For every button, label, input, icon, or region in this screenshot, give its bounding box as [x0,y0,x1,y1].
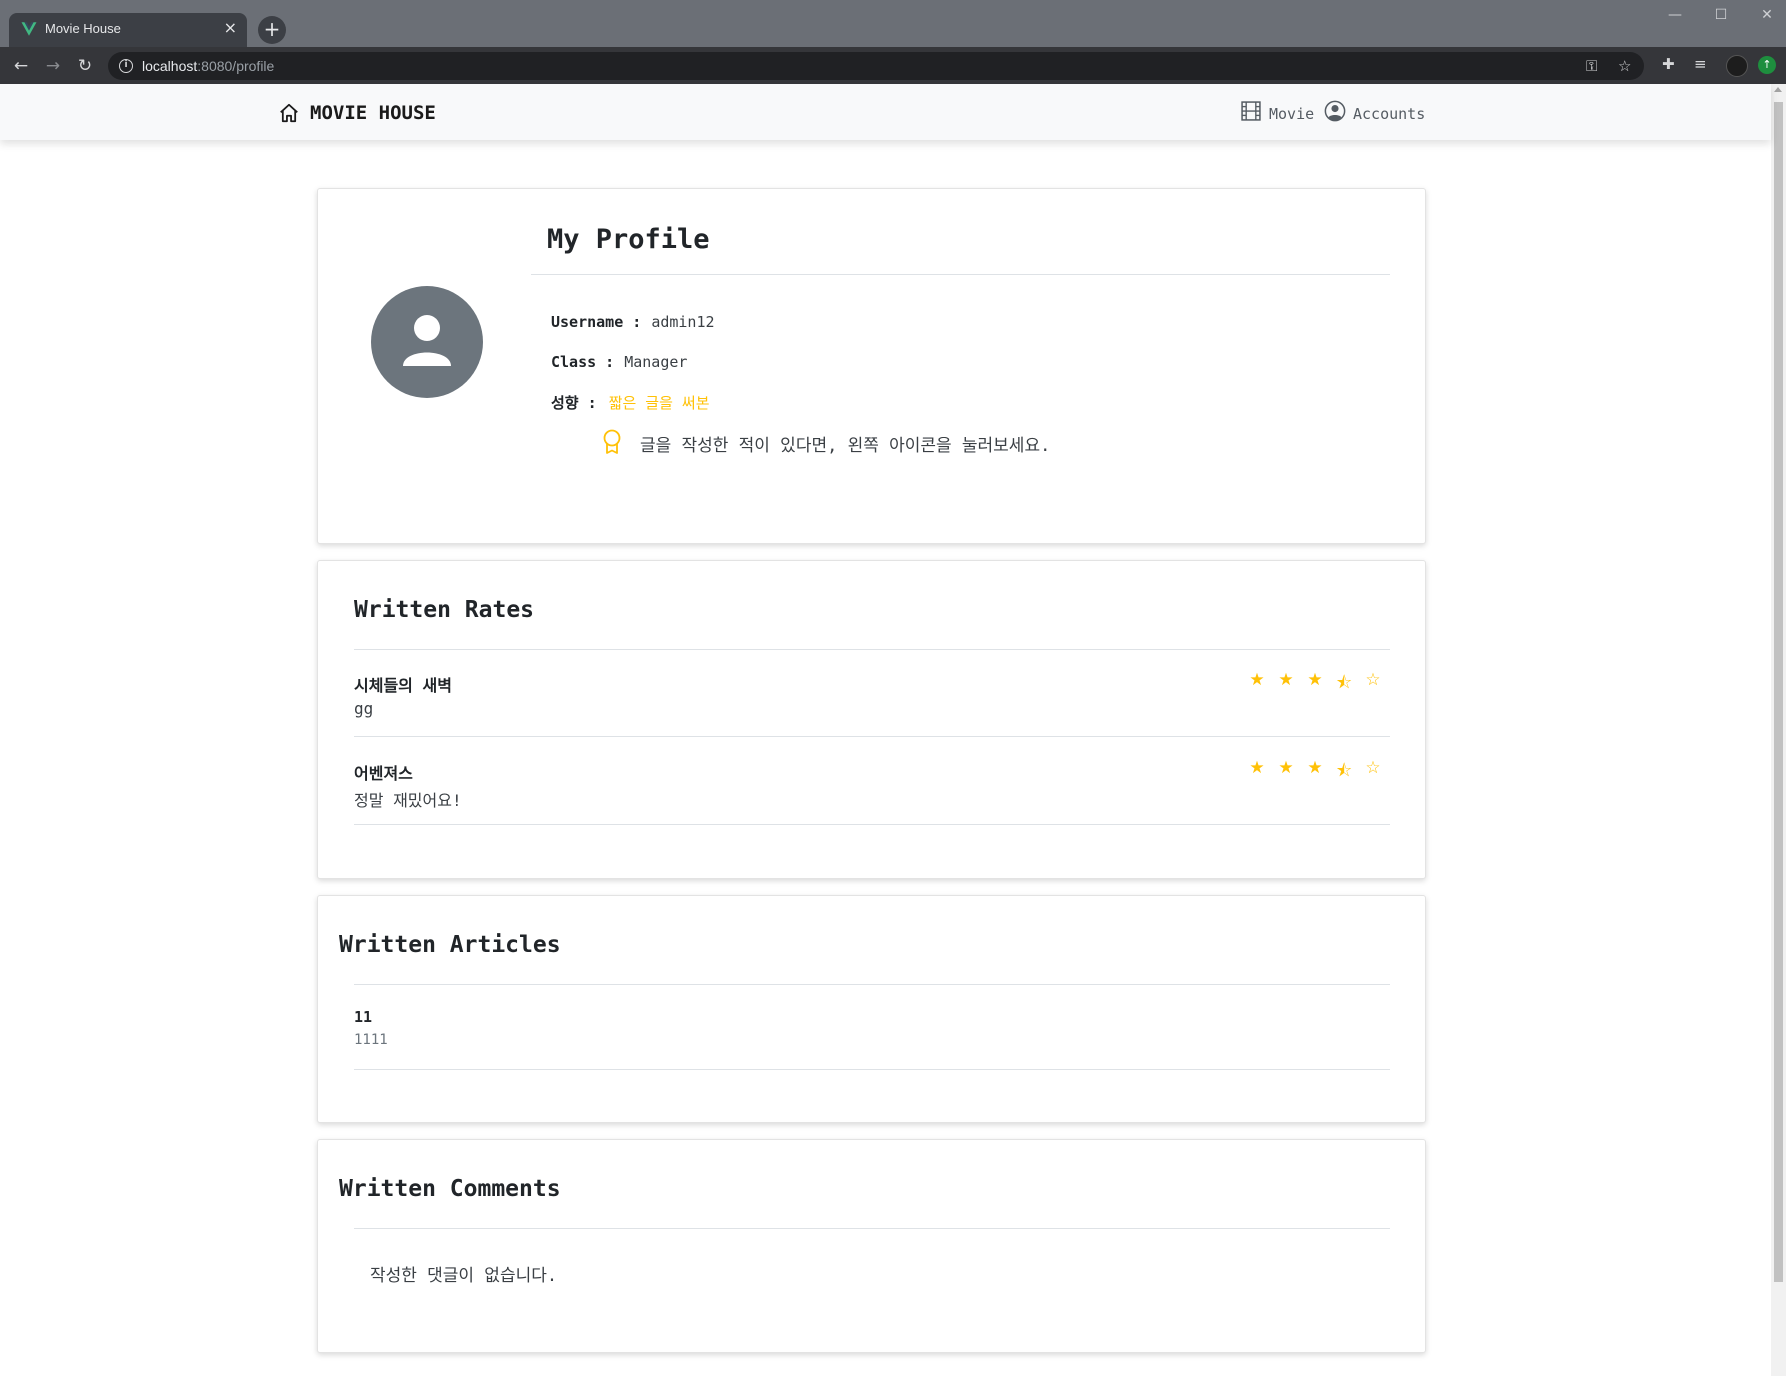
site-info-icon[interactable]: i [119,59,133,73]
award-icon[interactable] [601,429,623,455]
maximize-button[interactable]: ☐ [1698,0,1744,30]
extensions-puzzle-icon[interactable]: ✚ [1662,55,1675,73]
empty-comments-message: 작성한 댓글이 없습니다. [370,1266,558,1286]
class-field: Class : Manager [551,353,687,371]
star-filled-icon: ★ [1307,670,1323,690]
divider [354,824,1390,825]
star-filled-icon: ★ [1307,758,1323,778]
nav-accounts-label: Accounts [1353,105,1426,123]
divider [354,736,1390,737]
star-half-icon: ⯪ [1335,761,1353,781]
scrollbar-thumb[interactable] [1774,102,1783,1282]
star-filled-icon: ★ [1278,670,1294,690]
section-title-articles: Written Articles [339,932,561,958]
person-circle-icon [1324,100,1346,122]
rate-movie-title: 어벤져스 [354,764,413,783]
star-filled-icon: ★ [1249,670,1265,690]
award-hint-text: 글을 작성한 적이 있다면, 왼쪽 아이콘을 눌러보세요. [640,436,1051,456]
star-filled-icon: ★ [1249,758,1265,778]
written-articles-card: Written Articles 11 1111 [317,895,1426,1123]
star-rating: ★ ★ ★ ⯪ ☆ [1247,758,1387,781]
divider [354,649,1390,650]
divider [531,274,1390,275]
written-comments-card: Written Comments 작성한 댓글이 없습니다. [317,1139,1426,1353]
tab-title: Movie House [45,21,121,36]
page-title: My Profile [547,224,710,255]
vue-favicon-icon [21,22,37,36]
tendency-field: 성향 : 짧은 글을 써본 [551,392,710,413]
reading-list-icon[interactable]: ≡ [1694,55,1707,73]
star-half-icon: ⯪ [1335,673,1353,693]
url-text[interactable]: localhost:8080/profile [142,58,274,74]
browser-tab[interactable]: Movie House × [9,13,247,47]
forward-arrow-icon[interactable]: → [40,53,66,79]
star-rating: ★ ★ ★ ⯪ ☆ [1247,670,1387,693]
rate-movie-title: 시체들의 새벽 [354,676,452,695]
back-arrow-icon[interactable]: ← [8,53,34,79]
avatar [371,286,483,398]
bookmark-star-icon[interactable]: ☆ [1618,57,1631,75]
profile-card: My Profile Username : admin12 Class : Mana… [317,188,1426,544]
divider [354,984,1390,985]
rate-comment: gg [354,699,374,718]
browser-tab-strip: Movie House × + — ☐ ✕ [0,0,1786,47]
reload-icon[interactable]: ↻ [72,53,98,79]
url-path: :8080/profile [197,58,275,74]
written-rates-card: Written Rates 시체들의 새벽 gg ★ ★ ★ ⯪ ☆ 어벤져스 정말 재… [317,560,1426,879]
divider [354,1228,1390,1229]
star-filled-icon: ★ [1278,758,1294,778]
key-icon[interactable]: ⚿ [1586,57,1597,75]
star-empty-icon: ☆ [1365,758,1381,778]
app-navbar: MOVIE HOUSE Movie Accounts [0,84,1771,140]
brand-name: MOVIE HOUSE [310,102,436,124]
new-tab-button[interactable]: + [258,16,286,44]
house-icon [280,103,298,123]
divider [354,1069,1390,1070]
scroll-up-arrow-icon[interactable] [1774,87,1782,92]
class-value: Manager [624,353,688,371]
section-title-rates: Written Rates [354,597,535,623]
username-label: Username : [551,313,642,331]
username-field: Username : admin12 [551,313,715,331]
tendency-label: 성향 : [551,394,597,412]
article-title[interactable]: 11 [354,1008,372,1026]
address-bar[interactable]: i localhost:8080/profile ⚿ ☆ [108,52,1644,80]
close-window-button[interactable]: ✕ [1744,0,1786,30]
tab-close-icon[interactable]: × [224,18,237,37]
class-label: Class : [551,353,615,371]
rate-comment: 정말 재밌어요! [354,791,462,810]
star-empty-icon: ☆ [1365,670,1381,690]
tendency-value: 짧은 글을 써본 [608,394,710,412]
nav-movie-label: Movie [1269,105,1315,123]
browser-toolbar: ← → ↻ i localhost:8080/profile ⚿ ☆ ✚ ≡ ↑ [0,47,1786,84]
url-host: localhost [142,58,198,74]
article-body: 1111 [354,1032,388,1048]
update-arrow-icon[interactable]: ↑ [1758,56,1776,74]
person-icon [403,315,451,366]
section-title-comments: Written Comments [339,1176,561,1202]
film-icon [1241,101,1261,121]
minimize-button[interactable]: — [1652,0,1698,30]
username-value: admin12 [651,313,715,331]
browser-profile-avatar[interactable] [1726,55,1748,77]
